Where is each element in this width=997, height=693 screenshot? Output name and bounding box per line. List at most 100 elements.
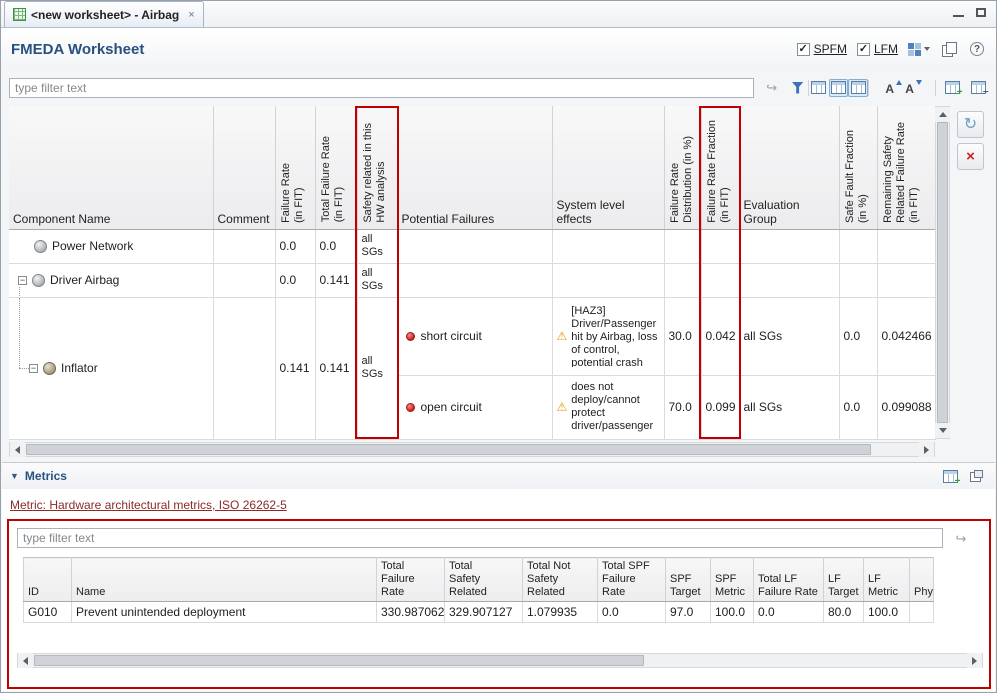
minimize-icon[interactable] — [953, 15, 964, 17]
cell-remaining[interactable]: 0.099088 — [877, 375, 935, 439]
column-header-total-safety-related[interactable]: Total Safety Related — [445, 558, 523, 602]
column-header-total-not-safety-related[interactable]: Total Not Safety Related — [523, 558, 598, 602]
refresh-button[interactable]: ↻ — [957, 111, 984, 138]
table-view-columns-icon[interactable] — [848, 79, 868, 97]
cell-system-effect[interactable]: ⚠does not deploy/cannot protect driver/p… — [552, 375, 664, 439]
scrollbar-thumb[interactable] — [26, 444, 871, 455]
column-header-safe-fault-fraction[interactable]: Safe Fault Fraction (in %) — [839, 106, 877, 229]
column-header-lf-metric[interactable]: LF Metric — [864, 558, 910, 602]
scrollbar-thumb[interactable] — [34, 655, 644, 666]
maximize-icon[interactable] — [976, 8, 986, 17]
table-view-normal-icon[interactable] — [809, 79, 829, 97]
lfm-checkbox[interactable]: ✓ LFM — [857, 42, 898, 56]
cell-safety-related[interactable]: all SGs — [357, 263, 397, 297]
cell-total-spf-failure-rate[interactable]: 0.0 — [598, 602, 666, 623]
scroll-up-icon[interactable] — [935, 107, 950, 122]
help-icon[interactable]: ? — [968, 40, 986, 58]
spfm-checkbox[interactable]: ✓ SPFM — [797, 42, 847, 56]
scrollbar-thumb[interactable] — [937, 122, 948, 423]
cell-component-name[interactable]: − Inflator — [9, 297, 213, 439]
apply-filter-icon[interactable]: ↪ — [762, 79, 782, 97]
cell-component-name[interactable]: − Driver Airbag — [9, 263, 213, 297]
cell-total-failure-rate[interactable]: 0.141 — [315, 263, 357, 297]
cell-comment[interactable] — [213, 263, 275, 297]
cell-remaining[interactable]: 0.042466 — [877, 297, 935, 375]
copy-icon[interactable] — [940, 40, 958, 58]
cell-lf-target[interactable]: 80.0 — [824, 602, 864, 623]
column-header-lf-target[interactable]: LF Target — [824, 558, 864, 602]
column-header-spf-target[interactable]: SPF Target — [666, 558, 711, 602]
filter-settings-icon[interactable] — [788, 79, 808, 97]
cell-potential-failure[interactable]: open circuit — [397, 375, 552, 439]
column-header-component[interactable]: Component Name — [9, 106, 213, 229]
column-header-total-failure-rate[interactable]: Total Failure Rate — [377, 558, 445, 602]
view-menu-icon[interactable] — [908, 40, 930, 58]
expand-all-icon[interactable]: + — [942, 79, 962, 97]
cell-total-failure-rate[interactable]: 0.141 — [315, 297, 357, 439]
column-header-potential-failures[interactable]: Potential Failures — [397, 106, 552, 229]
scroll-down-icon[interactable] — [935, 423, 950, 438]
cell-fraction[interactable]: 0.042 — [701, 297, 739, 375]
editor-tab[interactable]: <new worksheet> - Airbag × — [4, 1, 204, 27]
cell-evaluation-group[interactable]: all SGs — [739, 375, 839, 439]
cell-spf-metric[interactable]: 100.0 — [711, 602, 754, 623]
column-header-fraction[interactable]: Failure Rate Fraction (in FIT) — [701, 106, 739, 229]
column-header-name[interactable]: Name — [72, 558, 377, 602]
scroll-left-icon[interactable] — [10, 442, 25, 457]
column-header-system-effects[interactable]: System level effects — [552, 106, 664, 229]
column-header-comment[interactable]: Comment — [213, 106, 275, 229]
column-header-total-failure-rate[interactable]: Total Failure Rate (in FIT) — [315, 106, 357, 229]
cell-lf-metric[interactable]: 100.0 — [864, 602, 910, 623]
cell-total-failure-rate[interactable]: 330.987062 — [377, 602, 445, 623]
cell-component-name[interactable]: Power Network — [9, 229, 213, 263]
collapse-section-icon[interactable]: ▼ — [10, 471, 19, 481]
column-header-safety-related[interactable]: Safety related in this HW analysis — [357, 106, 397, 229]
cell-safe-fault-fraction[interactable]: 0.0 — [839, 297, 877, 375]
collapse-all-icon[interactable]: − — [968, 79, 988, 97]
cell-distribution[interactable]: 70.0 — [664, 375, 701, 439]
cell-name[interactable]: Prevent unintended deployment — [72, 602, 377, 623]
scroll-left-icon[interactable] — [18, 653, 33, 668]
column-header-remaining[interactable]: Remaining Safety Related Failure Rate (i… — [877, 106, 935, 229]
metrics-apply-filter-icon[interactable]: ↪ — [951, 529, 971, 547]
cell-phy[interactable] — [910, 602, 934, 623]
cell-total-failure-rate[interactable]: 0.0 — [315, 229, 357, 263]
cell-safe-fault-fraction[interactable]: 0.0 — [839, 375, 877, 439]
column-header-total-lf-failure-rate[interactable]: Total LF Failure Rate — [754, 558, 824, 602]
close-tab-icon[interactable]: × — [188, 9, 194, 21]
cell-distribution[interactable]: 30.0 — [664, 297, 701, 375]
table-view-merged-icon[interactable] — [829, 79, 849, 97]
cell-comment[interactable] — [213, 229, 275, 263]
collapse-expander-icon[interactable]: − — [18, 276, 27, 285]
cell-potential-failure[interactable]: short circuit — [397, 297, 552, 375]
cell-total-lf-failure-rate[interactable]: 0.0 — [754, 602, 824, 623]
decrease-font-icon[interactable]: A — [903, 79, 923, 97]
column-header-spf-metric[interactable]: SPF Metric — [711, 558, 754, 602]
column-header-id[interactable]: ID — [24, 558, 72, 602]
cell-failure-rate[interactable]: 0.141 — [275, 297, 315, 439]
cell-safety-related[interactable]: all SGs — [357, 297, 397, 439]
filter-input[interactable] — [9, 78, 754, 98]
cell-evaluation-group[interactable]: all SGs — [739, 297, 839, 375]
open-in-new-icon[interactable] — [967, 467, 985, 485]
cell-failure-rate[interactable]: 0.0 — [275, 263, 315, 297]
cell-total-safety-related[interactable]: 329.907127 — [445, 602, 523, 623]
metrics-horizontal-scrollbar[interactable] — [17, 653, 983, 668]
column-header-total-spf-failure-rate[interactable]: Total SPF Failure Rate — [598, 558, 666, 602]
vertical-scrollbar[interactable] — [935, 106, 950, 439]
cell-failure-rate[interactable]: 0.0 — [275, 229, 315, 263]
metrics-section-header[interactable]: ▼ Metrics + — [2, 462, 995, 489]
column-header-evaluation-group[interactable]: Evaluation Group — [739, 106, 839, 229]
cell-fraction[interactable]: 0.099 — [701, 375, 739, 439]
scroll-right-icon[interactable] — [919, 442, 934, 457]
cell-system-effect[interactable]: ⚠[HAZ3] Driver/Passenger hit by Airbag, … — [552, 297, 664, 375]
metric-link[interactable]: Metric: Hardware architectural metrics, … — [10, 498, 287, 512]
collapse-expander-icon[interactable]: − — [29, 364, 38, 373]
metrics-filter-input[interactable] — [17, 528, 943, 548]
column-header-failure-rate[interactable]: Failure Rate (in FIT) — [275, 106, 315, 229]
cell-id[interactable]: G010 — [24, 602, 72, 623]
cell-spf-target[interactable]: 97.0 — [666, 602, 711, 623]
column-header-distribution[interactable]: Failure Rate Distribution (in %) — [664, 106, 701, 229]
delete-button[interactable]: × — [957, 143, 984, 170]
cell-safety-related[interactable]: all SGs — [357, 229, 397, 263]
